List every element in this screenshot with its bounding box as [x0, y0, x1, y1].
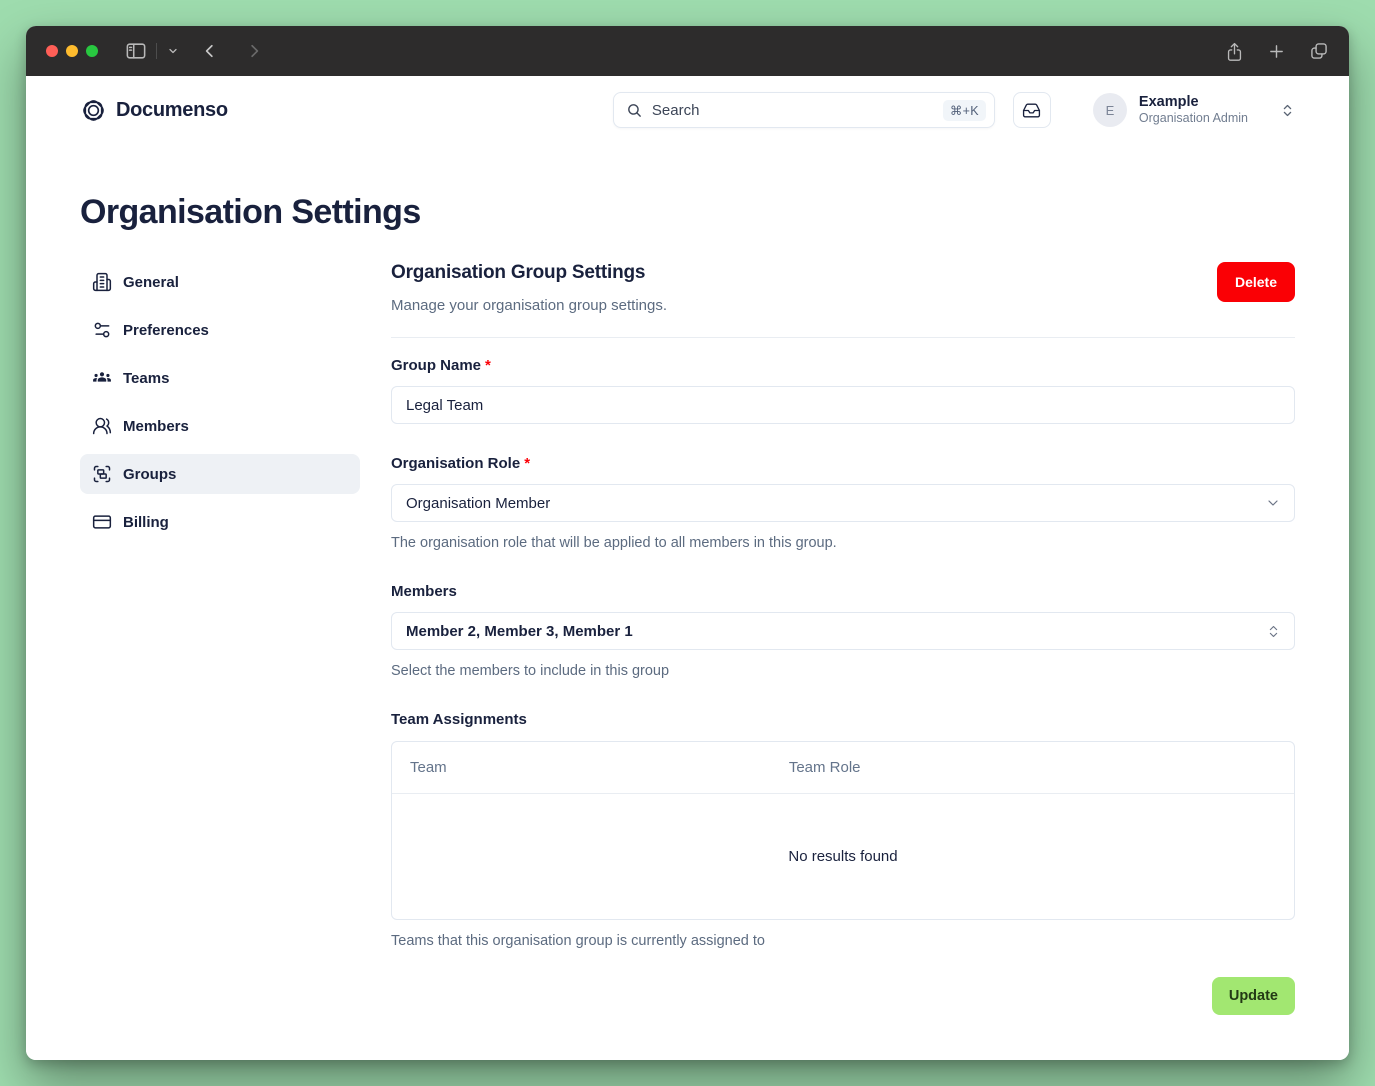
share-icon[interactable]: [1225, 41, 1244, 62]
organisation-role-value: Organisation Member: [406, 495, 550, 512]
team-assignments-label: Team Assignments: [391, 711, 1295, 728]
section-divider: [391, 337, 1295, 338]
organisation-role-hint: The organisation role that will be appli…: [391, 535, 1295, 551]
sidebar-item-billing[interactable]: Billing: [80, 502, 360, 542]
zoom-window-button[interactable]: [86, 45, 98, 57]
documenso-seal-icon: [80, 97, 107, 124]
sidebar-toggle-icon[interactable]: [126, 42, 146, 60]
required-asterisk: *: [524, 455, 530, 472]
group-icon: [92, 464, 112, 484]
search-shortcut-badge: ⌘+K: [943, 100, 986, 121]
inbox-icon: [1022, 101, 1041, 120]
user-role: Organisation Admin: [1139, 111, 1248, 126]
sidebar-item-groups[interactable]: Groups: [80, 454, 360, 494]
credit-card-icon: [92, 512, 112, 532]
app-content: Documenso Search ⌘+K E Example: [26, 76, 1349, 1060]
search-input[interactable]: Search ⌘+K: [613, 92, 995, 128]
app-header: Documenso Search ⌘+K E Example: [26, 76, 1349, 144]
sidebar-item-label: Billing: [123, 514, 169, 531]
sidebar-item-label: Preferences: [123, 322, 209, 339]
sidebar-chevron-down-icon[interactable]: [167, 45, 179, 57]
table-header-row: Team Team Role: [392, 742, 1294, 794]
members-label: Members: [391, 583, 1295, 600]
group-name-input[interactable]: [391, 386, 1295, 424]
members-hint: Select the members to include in this gr…: [391, 663, 1295, 679]
team-assignments-hint: Teams that this organisation group is cu…: [391, 933, 1295, 949]
sidebar-item-teams[interactable]: Teams: [80, 358, 360, 398]
sidebar-item-label: General: [123, 274, 179, 291]
table-empty-state: No results found: [392, 794, 1294, 919]
search-icon: [626, 102, 643, 119]
sliders-icon: [92, 320, 112, 340]
column-header-team-role: Team Role: [771, 759, 1294, 776]
members-value: Member 2, Member 3, Member 1: [406, 623, 633, 640]
group-name-label: Group Name *: [391, 357, 1295, 374]
chevron-down-icon: [1265, 495, 1281, 511]
settings-sidebar: General Preferences: [80, 262, 360, 1060]
update-button[interactable]: Update: [1212, 977, 1295, 1015]
user-name: Example: [1139, 94, 1248, 111]
search-placeholder: Search: [652, 102, 934, 119]
section-subtitle: Manage your organisation group settings.: [391, 297, 667, 314]
forward-button[interactable]: [245, 42, 263, 60]
column-header-team: Team: [392, 759, 771, 776]
close-window-button[interactable]: [46, 45, 58, 57]
team-assignments-table: Team Team Role No results found: [391, 741, 1295, 920]
chevrons-up-down-icon: [1266, 624, 1281, 639]
traffic-lights: [46, 45, 98, 57]
chevrons-up-down-icon: [1280, 103, 1295, 118]
sidebar-item-label: Members: [123, 418, 189, 435]
page-title: Organisation Settings: [26, 193, 1349, 232]
user-menu-button[interactable]: E Example Organisation Admin: [1093, 93, 1295, 127]
group-settings-panel: Organisation Group Settings Manage your …: [391, 262, 1295, 1060]
sidebar-item-general[interactable]: General: [80, 262, 360, 302]
section-title: Organisation Group Settings: [391, 262, 667, 284]
tab-overview-icon[interactable]: [1309, 41, 1329, 61]
browser-window: Documenso Search ⌘+K E Example: [26, 26, 1349, 1060]
sidebar-item-members[interactable]: Members: [80, 406, 360, 446]
building-icon: [92, 272, 112, 292]
delete-button[interactable]: Delete: [1217, 262, 1295, 302]
people-group-icon: [92, 368, 112, 388]
minimize-window-button[interactable]: [66, 45, 78, 57]
new-tab-icon[interactable]: [1268, 43, 1285, 60]
avatar: E: [1093, 93, 1127, 127]
required-asterisk: *: [485, 357, 491, 374]
inbox-button[interactable]: [1013, 92, 1051, 128]
sidebar-item-label: Groups: [123, 466, 176, 483]
sidebar-item-label: Teams: [123, 370, 169, 387]
organisation-role-select[interactable]: Organisation Member: [391, 484, 1295, 522]
sidebar-item-preferences[interactable]: Preferences: [80, 310, 360, 350]
organisation-role-label: Organisation Role *: [391, 455, 1295, 472]
toolbar-separator: [156, 43, 157, 59]
browser-titlebar: [26, 26, 1349, 76]
documenso-logo[interactable]: Documenso: [80, 97, 228, 124]
users-icon: [92, 416, 112, 436]
brand-name: Documenso: [116, 99, 228, 122]
members-multiselect[interactable]: Member 2, Member 3, Member 1: [391, 612, 1295, 650]
back-button[interactable]: [201, 42, 219, 60]
